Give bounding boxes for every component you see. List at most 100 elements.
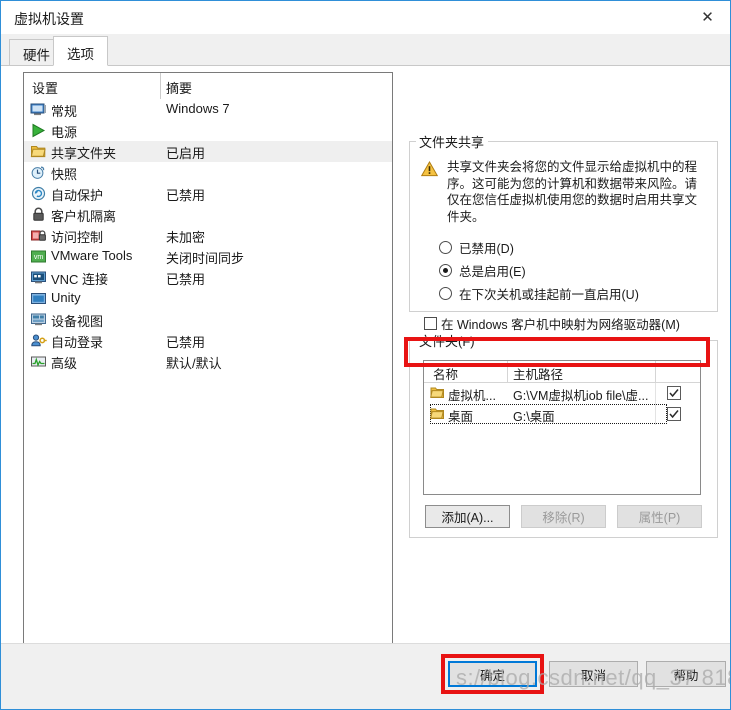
- radio-sharing-until-shutdown[interactable]: 在下次关机或挂起前一直启用(U): [439, 284, 639, 303]
- row-column-line: [655, 383, 656, 404]
- settings-row-access-control[interactable]: 访问控制 未加密: [24, 225, 392, 246]
- settings-row-device-view[interactable]: 设备视图: [24, 309, 392, 330]
- settings-row-shared-folders[interactable]: 共享文件夹 已启用: [24, 141, 392, 162]
- settings-row-summary: 已禁用: [166, 188, 206, 203]
- folder-enabled-checkbox[interactable]: [667, 386, 681, 400]
- settings-row-summary: Windows 7: [166, 101, 230, 116]
- column-header-settings: 设置: [32, 81, 59, 96]
- settings-row-summary: 默认/默认: [166, 356, 222, 371]
- folder-properties-button[interactable]: 属性(P): [617, 505, 702, 528]
- title-bar: 虚拟机设置 ✕: [1, 1, 730, 34]
- radio-sharing-always-enabled[interactable]: 总是启用(E): [439, 261, 526, 280]
- svg-text:vm: vm: [34, 254, 44, 261]
- radio-label: 在下次关机或挂起前一直启用(U): [459, 288, 639, 302]
- settings-row-summary: 已禁用: [166, 335, 206, 350]
- settings-row-vmware-tools[interactable]: vm VMware Tools 关闭时间同步: [24, 246, 392, 267]
- settings-row-label: 高级: [51, 356, 78, 371]
- vmware-tools-icon: vm: [30, 248, 47, 265]
- settings-row-summary: 已启用: [166, 146, 206, 161]
- access-control-icon: [30, 227, 47, 244]
- column-divider: [507, 361, 508, 383]
- settings-list[interactable]: 设置 摘要 常规 Windows 7 电源 共享文件夹 已启用 快照 自动保护 …: [23, 72, 393, 662]
- monitor-icon: [30, 101, 47, 118]
- settings-row-summary: 未加密: [166, 230, 206, 245]
- settings-row-label: 共享文件夹: [51, 146, 117, 161]
- column-divider: [655, 361, 656, 383]
- folder-enabled-checkbox[interactable]: [667, 407, 681, 421]
- settings-row-summary: 关闭时间同步: [166, 251, 245, 266]
- folder-sharing-legend: 文件夹共享: [419, 135, 485, 150]
- settings-row-autoprotect[interactable]: 自动保护 已禁用: [24, 183, 392, 204]
- settings-row-label: 自动登录: [51, 335, 104, 350]
- folders-table-header: 名称 主机路径: [424, 361, 700, 383]
- radio-mark: [439, 287, 452, 300]
- options-panel: 文件夹共享 共享文件夹会将您的文件显示给虚拟机中的程序。这可能为您的计算机和数据…: [405, 66, 725, 643]
- folders-group: 文件夹(F) 名称 主机路径 虚拟机... G:\VM虚拟机iob file\虚…: [409, 331, 718, 538]
- settings-row-label: 客户机隔离: [51, 209, 117, 224]
- settings-row-guest-isolation[interactable]: 客户机隔离: [24, 204, 392, 225]
- warning-text: 共享文件夹会将您的文件显示给虚拟机中的程序。这可能为您的计算机和数据带来风险。请…: [447, 160, 698, 224]
- folders-legend: 文件夹(F): [419, 334, 475, 349]
- folder-name: 桌面: [448, 410, 474, 424]
- folder-host-path: G:\VM虚拟机iob file\虚...: [513, 389, 649, 403]
- table-row[interactable]: 桌面 G:\桌面: [424, 404, 700, 425]
- settings-row-label: 快照: [51, 167, 78, 182]
- tab-options[interactable]: 选项: [53, 36, 108, 66]
- window-title: 虚拟机设置: [14, 11, 84, 27]
- advanced-icon: [30, 353, 47, 370]
- tab-underline-active-gap: [54, 65, 99, 67]
- folder-host-path: G:\桌面: [513, 410, 555, 424]
- ok-button[interactable]: 确定: [448, 661, 537, 687]
- column-header-name: 名称: [433, 368, 459, 382]
- settings-row-vnc[interactable]: VNC 连接 已禁用: [24, 267, 392, 288]
- vm-settings-dialog: 虚拟机设置 ✕ 硬件 选项 设置 摘要 常规 Windows 7 电源 共享文件…: [0, 0, 731, 710]
- folder-sharing-group: 文件夹共享 共享文件夹会将您的文件显示给虚拟机中的程序。这可能为您的计算机和数据…: [409, 132, 718, 332]
- add-folder-button[interactable]: 添加(A)...: [425, 505, 510, 528]
- settings-row-label: 自动保护: [51, 188, 104, 203]
- folder-icon: [430, 386, 445, 400]
- remove-folder-button[interactable]: 移除(R): [521, 505, 606, 528]
- settings-row-label: VMware Tools: [51, 248, 133, 263]
- settings-row-label: 常规: [51, 104, 78, 119]
- help-button[interactable]: 帮助: [646, 661, 726, 687]
- cancel-button[interactable]: 取消: [549, 661, 638, 687]
- close-icon[interactable]: ✕: [685, 1, 730, 33]
- column-header-summary: 摘要: [166, 81, 193, 96]
- settings-row-label: Unity: [51, 290, 81, 305]
- device-view-icon: [30, 311, 47, 328]
- folders-table[interactable]: 名称 主机路径 虚拟机... G:\VM虚拟机iob file\虚... 桌面 …: [423, 360, 701, 495]
- header-divider: [160, 73, 161, 99]
- table-row[interactable]: 虚拟机... G:\VM虚拟机iob file\虚...: [424, 383, 700, 404]
- settings-row-label: 设备视图: [51, 314, 104, 329]
- settings-list-header: 设置 摘要: [24, 73, 392, 99]
- lock-icon: [30, 206, 47, 223]
- settings-row-unity[interactable]: Unity: [24, 288, 392, 309]
- radio-sharing-disabled[interactable]: 已禁用(D): [439, 238, 514, 257]
- snapshot-icon: [30, 164, 47, 181]
- settings-row-label: 访问控制: [51, 230, 104, 245]
- settings-row-advanced[interactable]: 高级 默认/默认: [24, 351, 392, 372]
- radio-mark: [439, 264, 452, 277]
- power-icon: [30, 122, 47, 139]
- column-header-host-path: 主机路径: [513, 368, 564, 382]
- settings-row-snapshot[interactable]: 快照: [24, 162, 392, 183]
- settings-row-power[interactable]: 电源: [24, 120, 392, 141]
- autoprotect-icon: [30, 185, 47, 202]
- auto-login-icon: [30, 332, 47, 349]
- radio-label: 总是启用(E): [459, 265, 526, 279]
- checkbox-mark: [424, 317, 437, 330]
- settings-row-auto-login[interactable]: 自动登录 已禁用: [24, 330, 392, 351]
- unity-icon: [30, 290, 47, 307]
- dialog-content: 设置 摘要 常规 Windows 7 电源 共享文件夹 已启用 快照 自动保护 …: [1, 66, 730, 662]
- radio-label: 已禁用(D): [459, 242, 514, 256]
- tab-strip: 硬件 选项: [1, 34, 730, 66]
- settings-row-label: VNC 连接: [51, 272, 109, 287]
- dialog-footer: 确定 取消 帮助: [1, 643, 730, 709]
- settings-row-summary: 已禁用: [166, 272, 206, 287]
- radio-mark: [439, 241, 452, 254]
- folder-name: 虚拟机...: [448, 389, 496, 403]
- settings-row-label: 电源: [51, 125, 78, 140]
- warning-icon: [420, 160, 439, 177]
- folder-icon: [430, 407, 445, 421]
- settings-row-general[interactable]: 常规 Windows 7: [24, 99, 392, 120]
